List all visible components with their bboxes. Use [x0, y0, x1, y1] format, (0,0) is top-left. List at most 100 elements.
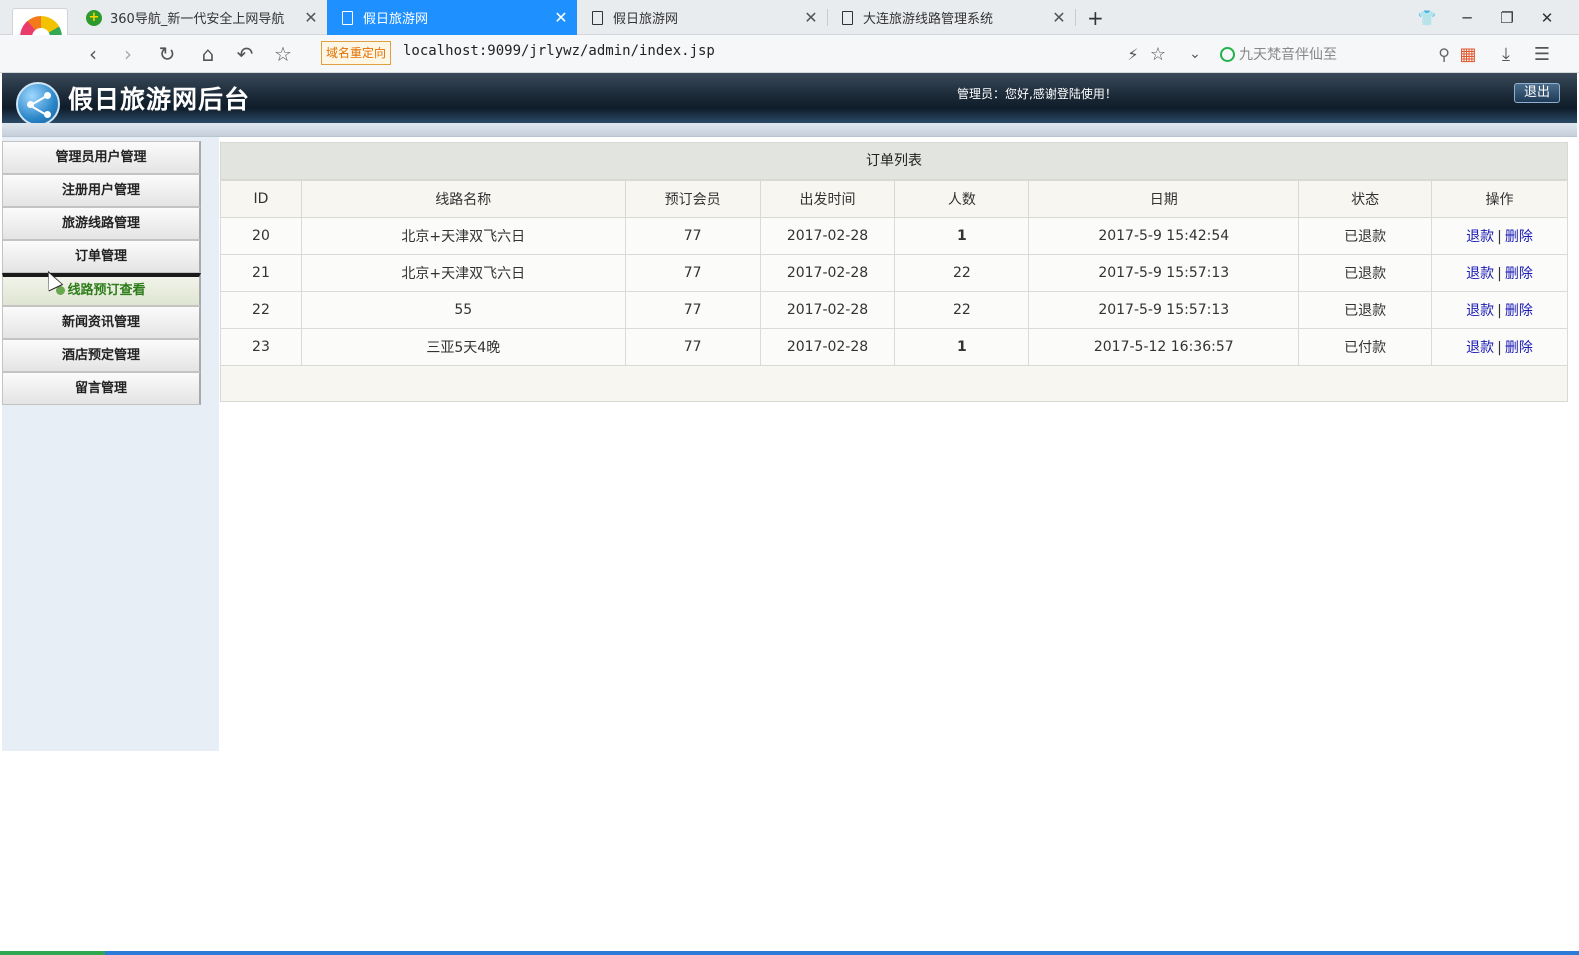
minimize-icon[interactable]: ─ — [1447, 0, 1487, 35]
sidebar-item-news[interactable]: 新闻资讯管理 — [2, 306, 201, 339]
window-close-icon[interactable]: ✕ — [1527, 0, 1567, 35]
cell-people: 22 — [894, 254, 1030, 292]
cell-status: 已退款 — [1298, 291, 1433, 329]
search-icon[interactable]: ⚲ — [1438, 45, 1450, 64]
skin-icon[interactable]: 👕 — [1407, 0, 1447, 35]
cell-route: 55 — [300, 291, 626, 329]
bookmark-star-icon[interactable]: ☆ — [268, 39, 298, 69]
delete-link[interactable]: 删除 — [1505, 229, 1533, 245]
cell-actions: 退款 | 删除 — [1431, 217, 1568, 255]
domain-redirect-badge[interactable]: 域名重定向 — [321, 41, 392, 65]
refund-link[interactable]: 退款 — [1466, 229, 1494, 245]
page-load-bar — [0, 951, 1579, 955]
restore-icon[interactable]: ❐ — [1487, 0, 1527, 35]
column-header: ID — [220, 180, 302, 218]
download-icon[interactable]: ⤓ — [1491, 39, 1521, 69]
column-header: 出发时间 — [759, 180, 896, 218]
sidebar-item-route-bookings[interactable]: 线路预订查看 — [2, 273, 201, 306]
cell-depart: 2017-02-28 — [759, 254, 896, 292]
cell-id: 20 — [220, 217, 302, 255]
delete-link[interactable]: 删除 — [1505, 303, 1533, 319]
separator: | — [1497, 340, 1502, 356]
tab-dalian-travel[interactable]: 大连旅游线路管理系统 ✕ — [827, 0, 1075, 35]
table-row: 21 北京+天津双飞六日 77 2017-02-28 22 2017-5-9 1… — [220, 254, 1568, 292]
table-footer — [220, 365, 1568, 402]
cell-status: 已退款 — [1298, 254, 1433, 292]
sidebar-item-messages[interactable]: 留言管理 — [2, 372, 201, 405]
welcome-text: 管理员：您好,感谢登陆使用！ — [957, 87, 1117, 101]
menu-icon[interactable]: ☰ — [1527, 39, 1557, 69]
document-icon — [589, 10, 605, 26]
tab-holiday-travel-active[interactable]: 假日旅游网 ✕ — [327, 0, 577, 35]
orders-table: ID 线路名称 预订会员 出发时间 人数 日期 状态 操作 20 北京+天津双飞… — [220, 180, 1568, 366]
document-icon — [339, 10, 355, 26]
column-header: 预订会员 — [624, 180, 761, 218]
cell-date: 2017-5-9 15:57:13 — [1028, 254, 1300, 292]
browser-window: + 360导航_新一代安全上网导航 ✕ 假日旅游网 ✕ 假日旅游网 ✕ 大连旅游… — [0, 0, 1579, 955]
cell-date: 2017-5-12 16:36:57 — [1028, 328, 1300, 366]
table-header-row: ID 线路名称 预订会员 出发时间 人数 日期 状态 操作 — [220, 180, 1568, 218]
close-icon[interactable]: ✕ — [551, 8, 571, 27]
tab-divider — [1075, 9, 1076, 26]
separator: | — [1497, 229, 1502, 245]
cell-status: 已退款 — [1298, 217, 1433, 255]
refund-link[interactable]: 退款 — [1466, 266, 1494, 282]
share-logo-icon — [16, 82, 60, 126]
table-row: 23 三亚5天4晚 77 2017-02-28 1 2017-5-12 16:3… — [220, 328, 1568, 366]
tab-360-nav[interactable]: + 360导航_新一代安全上网导航 ✕ — [74, 0, 327, 35]
sidebar-item-registered-users[interactable]: 注册用户管理 — [2, 174, 201, 207]
separator: | — [1497, 303, 1502, 319]
table-row: 20 北京+天津双飞六日 77 2017-02-28 1 2017-5-9 15… — [220, 217, 1568, 255]
sidebar-item-hotels[interactable]: 酒店预定管理 — [2, 339, 201, 372]
sidebar-item-label: 线路预订查看 — [67, 283, 146, 298]
header-divider — [2, 123, 1577, 137]
separator: | — [1497, 266, 1502, 282]
refund-link[interactable]: 退款 — [1466, 303, 1494, 319]
cell-depart: 2017-02-28 — [759, 328, 896, 366]
column-header: 状态 — [1298, 180, 1433, 218]
new-tab-button[interactable]: + — [1079, 0, 1115, 35]
cell-actions: 退款 | 删除 — [1431, 254, 1568, 292]
close-icon[interactable]: ✕ — [801, 8, 821, 27]
apps-grid-icon[interactable]: ▦ — [1453, 39, 1483, 69]
chevron-down-icon[interactable]: ⌄ — [1180, 39, 1210, 69]
cell-actions: 退款 | 删除 — [1431, 328, 1568, 366]
document-icon — [839, 10, 855, 26]
cell-member: 77 — [624, 328, 761, 366]
address-toolbar: ‹ › ↻ ⌂ ↶ ☆ 域名重定向 localhost:9099/jrlywz/… — [0, 35, 1579, 73]
close-icon[interactable]: ✕ — [1049, 8, 1069, 27]
delete-link[interactable]: 删除 — [1505, 340, 1533, 356]
cell-actions: 退款 | 删除 — [1431, 291, 1568, 329]
bullet-icon — [56, 286, 66, 295]
refund-link[interactable]: 退款 — [1466, 340, 1494, 356]
main-content: 订单列表 ID 线路名称 预订会员 出发时间 人数 日期 状态 操作 20 北京… — [219, 137, 1577, 751]
sidebar-item-orders[interactable]: 订单管理 — [2, 240, 201, 273]
tab-label: 360导航_新一代安全上网导航 — [110, 12, 285, 27]
column-header: 日期 — [1028, 180, 1300, 218]
address-input[interactable]: localhost:9099/jrlywz/admin/index.jsp — [403, 43, 715, 59]
undo-icon[interactable]: ↶ — [230, 39, 260, 69]
sidebar: 管理员用户管理 注册用户管理 旅游线路管理 订单管理 线路预订查看 新闻资讯管理… — [2, 137, 219, 751]
cell-people: 22 — [894, 291, 1030, 329]
cell-route: 三亚5天4晚 — [300, 328, 626, 366]
tab-holiday-travel[interactable]: 假日旅游网 ✕ — [577, 0, 827, 35]
cell-depart: 2017-02-28 — [759, 291, 896, 329]
delete-link[interactable]: 删除 — [1505, 266, 1533, 282]
cell-member: 77 — [624, 217, 761, 255]
close-icon[interactable]: ✕ — [301, 8, 321, 27]
home-icon[interactable]: ⌂ — [193, 39, 223, 69]
back-icon[interactable]: ‹ — [78, 39, 108, 69]
favorite-star-icon[interactable]: ☆ — [1143, 39, 1173, 69]
forward-icon[interactable]: › — [113, 39, 143, 69]
column-header: 操作 — [1431, 180, 1568, 218]
sidebar-item-routes[interactable]: 旅游线路管理 — [2, 207, 201, 240]
search-engine-icon — [1220, 46, 1235, 62]
cell-id: 23 — [220, 328, 302, 366]
cell-date: 2017-5-9 15:42:54 — [1028, 217, 1300, 255]
search-input[interactable]: 九天梵音伴仙至 — [1239, 44, 1438, 64]
search-box[interactable]: 九天梵音伴仙至 ⚲ — [1220, 39, 1450, 69]
sidebar-item-admin-users[interactable]: 管理员用户管理 — [2, 141, 201, 174]
reload-icon[interactable]: ↻ — [152, 39, 182, 69]
logout-button[interactable]: 退出 — [1514, 83, 1560, 103]
cell-member: 77 — [624, 254, 761, 292]
